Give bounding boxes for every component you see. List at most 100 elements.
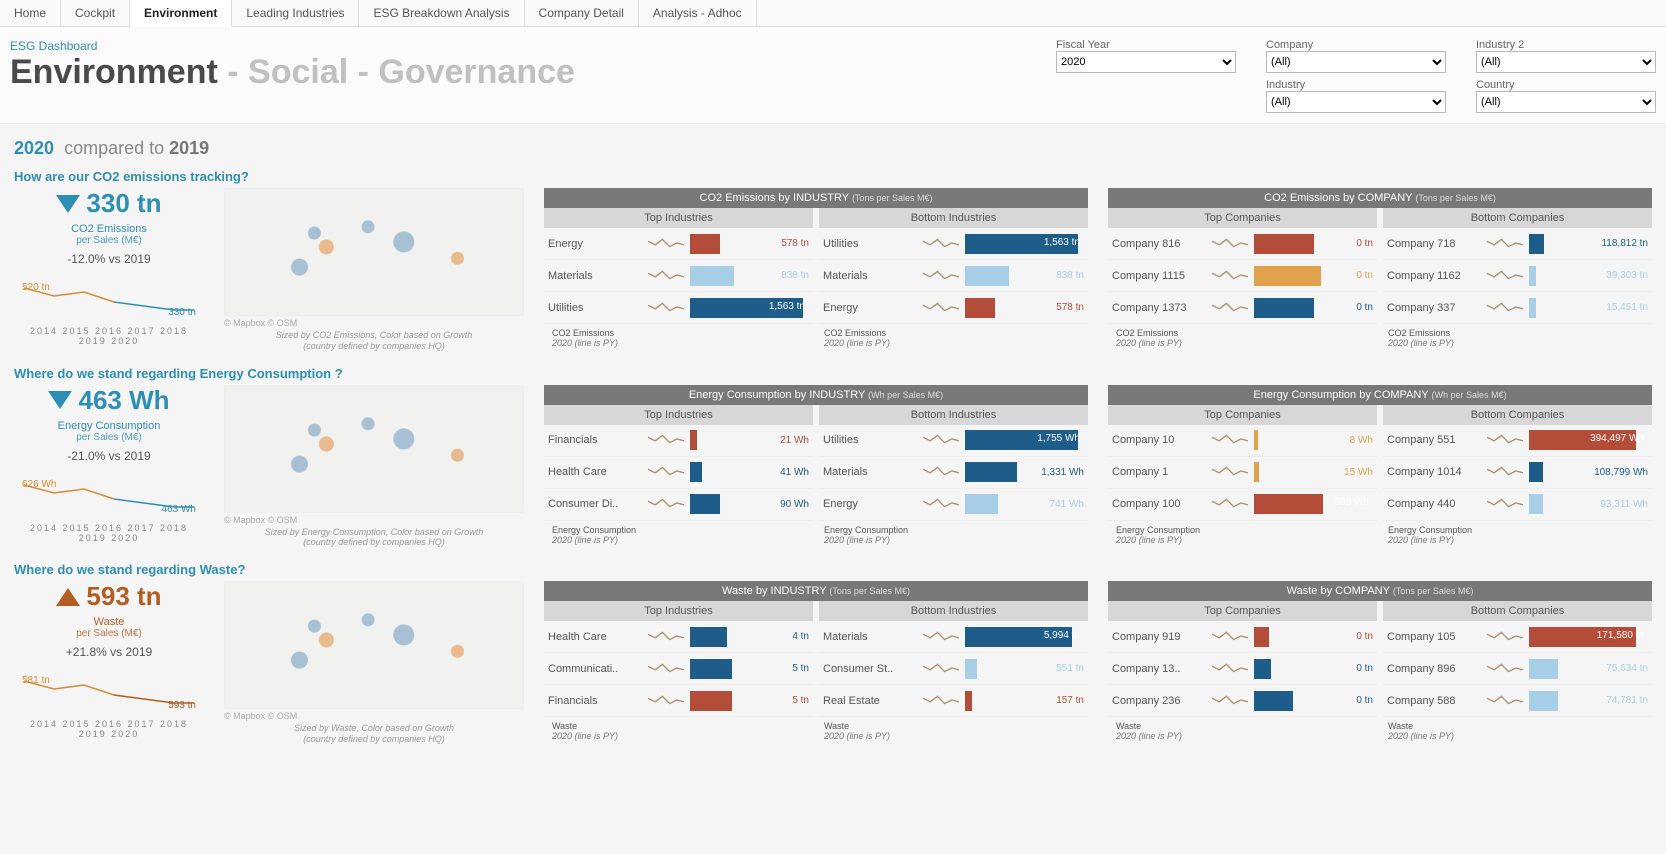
sparkline-icon [648,659,684,679]
company-select[interactable]: (All) [1266,51,1446,73]
section-question: Where do we stand regarding Energy Consu… [14,366,1652,381]
kpi-sublabel: per Sales (M€) [14,432,204,443]
list-item[interactable]: Company 13..0 tn [1108,653,1377,685]
list-item[interactable]: Energy578 tn [819,292,1088,324]
map-chart[interactable] [224,188,524,316]
item-name: Company 1373 [1112,302,1206,314]
map-caption: Sized by CO2 Emissions, Color based on G… [224,330,524,352]
list-item[interactable]: Financials5 tn [544,685,813,717]
list-item[interactable]: Company 8160 tn [1108,228,1377,260]
item-value: 0 tn [1356,302,1373,313]
list-item[interactable]: Materials838 tn [819,260,1088,292]
list-item[interactable]: Health Care41 Wh [544,457,813,489]
arrow-down-icon [56,195,80,213]
list-item[interactable]: Company 116239,303 tn [1383,260,1652,292]
item-bar [690,430,774,450]
map-attribution: © Mapbox © OSM [224,318,524,328]
list-item[interactable]: Company 108 Wh [1108,425,1377,457]
tab-cockpit[interactable]: Cockpit [61,0,130,26]
trend-start-label: 626 Wh [22,479,56,490]
list-item[interactable]: Company 89675,634 tn [1383,653,1652,685]
sparkline-icon [923,627,959,647]
list-item[interactable]: Consumer St..551 tn [819,653,1088,685]
map-block: © Mapbox © OSMSized by Waste, Color base… [224,581,524,745]
kpi-sublabel: per Sales (M€) [14,628,204,639]
tab-company-detail[interactable]: Company Detail [525,0,639,26]
list-item[interactable]: Company 58874,781 tn [1383,685,1652,717]
panel: Waste by COMPANY (Tons per Sales M€)Top … [1108,581,1652,745]
list-item[interactable]: Company 100698 Wh [1108,489,1377,521]
kpi-label: Energy Consumption [14,420,204,432]
list-item[interactable]: Company 9190 tn [1108,621,1377,653]
list-item[interactable]: Materials1,331 Wh [819,457,1088,489]
list-item[interactable]: Utilities1,563 tn [544,292,813,324]
list-item[interactable]: Financials21 Wh [544,425,813,457]
kpi-label: CO2 Emissions [14,223,204,235]
list-item[interactable]: Company 115 Wh [1108,457,1377,489]
map-chart[interactable] [224,385,524,513]
kpi-delta: +21.8% vs 2019 [14,645,204,659]
map-caption: Sized by Energy Consumption, Color based… [224,527,524,549]
list-item[interactable]: Real Estate157 tn [819,685,1088,717]
sparkline-icon [1212,494,1248,514]
filter-fiscal-year: Fiscal Year 2020 [1056,39,1236,73]
filter-company: Company (All) [1266,39,1446,73]
item-bar [965,494,1044,514]
list-item[interactable]: Company 2360 tn [1108,685,1377,717]
tab-environment[interactable]: Environment [130,0,232,27]
half-title: Top Industries [544,208,813,228]
item-value: 741 Wh [1050,499,1084,510]
list-item[interactable]: Company 33715,451 tn [1383,292,1652,324]
item-value: 15 Wh [1344,467,1373,478]
item-name: Company 919 [1112,631,1206,643]
fiscal-year-select[interactable]: 2020 [1056,51,1236,73]
list-item[interactable]: Communicati..5 tn [544,653,813,685]
item-name: Financials [548,695,642,707]
item-bar [1254,627,1350,647]
panel-title: Energy Consumption by COMPANY (Wh per Sa… [1108,385,1652,405]
item-name: Company 440 [1387,498,1481,510]
item-name: Company 10 [1112,434,1206,446]
item-name: Consumer Di.. [548,498,642,510]
list-item[interactable]: Company 105171,580 tn [1383,621,1652,653]
filter-label: Country [1476,79,1656,91]
tab-home[interactable]: Home [0,0,61,26]
half-title: Top Companies [1108,405,1377,425]
item-value: 5 tn [792,663,809,674]
sparkline-icon [648,462,684,482]
list-item[interactable]: Company 1014108,799 Wh [1383,457,1652,489]
breadcrumb: ESG Dashboard [10,39,1056,53]
list-item[interactable]: Utilities1,755 Wh [819,425,1088,457]
list-item[interactable]: Health Care4 tn [544,621,813,653]
item-value: 838 tn [781,270,809,281]
item-value: 578 tn [1056,302,1084,313]
list-item[interactable]: Company 11150 tn [1108,260,1377,292]
item-bar [1529,659,1600,679]
half-title: Top Industries [544,601,813,621]
item-name: Company 1162 [1387,270,1481,282]
sparkline-icon [1487,298,1523,318]
half-title: Bottom Industries [819,208,1088,228]
list-item[interactable]: Materials5,994 tn [819,621,1088,653]
industry2-select[interactable]: (All) [1476,51,1656,73]
industry-select[interactable]: (All) [1266,91,1446,113]
country-select[interactable]: (All) [1476,91,1656,113]
panel-title: Waste by INDUSTRY (Tons per Sales M€) [544,581,1088,601]
list-item[interactable]: Energy578 tn [544,228,813,260]
sparkline-icon [1212,659,1248,679]
item-value: 698 Wh [1335,497,1369,508]
tab-leading-industries[interactable]: Leading Industries [232,0,359,26]
list-item[interactable]: Company 718118,812 tn [1383,228,1652,260]
tab-analysis---adhoc[interactable]: Analysis - Adhoc [639,0,757,26]
item-bar [690,627,786,647]
list-item[interactable]: Materials838 tn [544,260,813,292]
tab-esg-breakdown-analysis[interactable]: ESG Breakdown Analysis [359,0,524,26]
map-chart[interactable] [224,581,524,709]
list-item[interactable]: Utilities1,563 tn [819,228,1088,260]
list-item[interactable]: Energy741 Wh [819,489,1088,521]
list-item[interactable]: Company 551394,497 Wh [1383,425,1652,457]
list-item[interactable]: Company 44093,311 Wh [1383,489,1652,521]
list-item[interactable]: Company 1373 0 tn [1108,292,1377,324]
item-name: Company 816 [1112,238,1206,250]
list-item[interactable]: Consumer Di..90 Wh [544,489,813,521]
